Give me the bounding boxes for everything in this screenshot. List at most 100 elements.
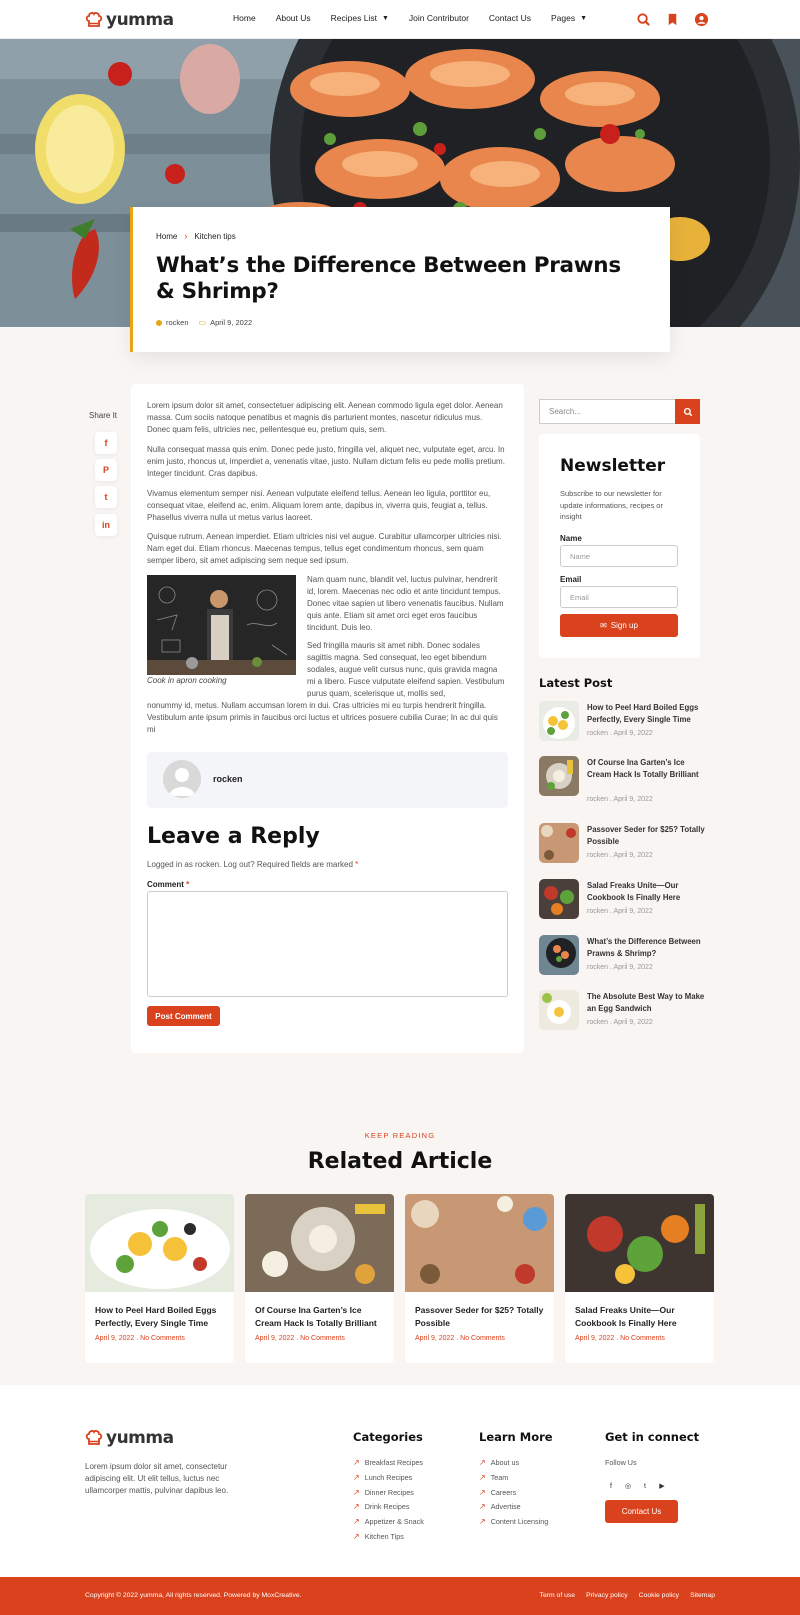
related-card-title[interactable]: Passover Seder for $25? Totally Possible (415, 1304, 550, 1329)
email-field[interactable]: Email (560, 586, 678, 608)
latest-post-thumbnail (539, 879, 579, 919)
latest-post-item[interactable]: Salad Freaks Unite—Our Cookbook Is Final… (539, 879, 709, 925)
youtube-icon[interactable]: ▶ (656, 1480, 668, 1492)
share-twitter-button[interactable]: t (95, 486, 117, 508)
footer-link[interactable]: ↗ Appetizer & Snack (353, 1517, 424, 1526)
latest-post-item[interactable]: What’s the Difference Between Prawns & S… (539, 935, 709, 981)
related-kicker: KEEP READING (364, 1131, 436, 1140)
arrow-up-right-icon: ↗ (353, 1488, 360, 1497)
bottom-link[interactable]: Term of use (540, 1592, 576, 1599)
related-card[interactable]: Passover Seder for $25? Totally Possible… (405, 1194, 554, 1363)
user-icon[interactable] (694, 12, 709, 27)
pinterest-icon: P (102, 465, 109, 475)
latest-post-item[interactable]: The Absolute Best Way to Make an Egg San… (539, 990, 709, 1036)
footer-link[interactable]: ↗ Team (479, 1473, 508, 1482)
site-footer: yumma Lorem ipsum dolor sit amet, consec… (0, 1385, 800, 1577)
footer-link[interactable]: ↗ Lunch Recipes (353, 1473, 412, 1482)
share-facebook-button[interactable]: f (95, 432, 117, 454)
related-card[interactable]: How to Peel Hard Boiled Eggs Perfectly, … (85, 1194, 234, 1363)
article-paragraph: Vivamus elementum semper nisi. Aenean vu… (147, 489, 491, 522)
latest-post-item[interactable]: Passover Seder for $25? Totally Possible… (539, 823, 709, 869)
latest-post-title-text[interactable]: Of Course Ina Garten’s Ice Cream Hack Is… (587, 757, 705, 780)
post-comment-button[interactable]: Post Comment (147, 1006, 220, 1026)
bottom-link[interactable]: Cookie policy (639, 1592, 679, 1599)
share-pinterest-button[interactable]: P (95, 459, 117, 481)
nav-pages[interactable]: Pages ▼ (551, 13, 587, 23)
related-card-title[interactable]: How to Peel Hard Boiled Eggs Perfectly, … (95, 1304, 230, 1329)
latest-post-thumbnail (539, 756, 579, 796)
related-card-image (85, 1194, 234, 1292)
latest-post-title-text[interactable]: Salad Freaks Unite—Our Cookbook Is Final… (587, 880, 705, 903)
twitter-icon[interactable]: t (639, 1480, 651, 1492)
latest-post-title-text[interactable]: How to Peel Hard Boiled Eggs Perfectly, … (587, 702, 705, 725)
avatar[interactable] (163, 760, 201, 798)
calendar-icon: ▭ (198, 318, 207, 327)
nav-contact[interactable]: Contact Us (489, 13, 531, 23)
site-logo[interactable]: yumma (85, 10, 174, 30)
post-header-card: Home › Kitchen tips What’s the Differenc… (130, 207, 670, 352)
instagram-icon[interactable]: ◎ (622, 1480, 634, 1492)
search-icon (683, 407, 692, 416)
footer-link[interactable]: ↗ Careers (479, 1488, 516, 1497)
facebook-icon[interactable]: f (605, 1480, 617, 1492)
bottom-link[interactable]: Sitemap (690, 1592, 715, 1599)
latest-post-title-text[interactable]: The Absolute Best Way to Make an Egg San… (587, 991, 705, 1014)
bottom-link[interactable]: Privacy policy (586, 1592, 628, 1599)
author-box: rocken (147, 752, 508, 808)
share-linkedin-button[interactable]: in (95, 514, 117, 536)
footer-link[interactable]: ↗ Advertise (479, 1502, 521, 1511)
arrow-up-right-icon: ↗ (479, 1517, 486, 1526)
footer-logo[interactable]: yumma (85, 1428, 174, 1448)
latest-post-item[interactable]: Of Course Ina Garten’s Ice Cream Hack Is… (539, 756, 709, 803)
copyright: Copyright © 2022 yumma, All rights reser… (85, 1592, 302, 1599)
nav-recipes-list[interactable]: Recipes List ▼ (331, 13, 389, 23)
post-author[interactable]: rocken (166, 318, 189, 327)
article-paragraph: nonummy id, metus. Nullam accumsan lorem… (147, 701, 498, 734)
footer-link[interactable]: ↗ Content Licensing (479, 1517, 548, 1526)
comment-textarea[interactable] (147, 891, 508, 997)
bottom-links: Term of use Privacy policy Cookie policy… (540, 1592, 715, 1599)
search-input[interactable]: Search... (539, 399, 675, 424)
related-card-title[interactable]: Salad Freaks Unite—Our Cookbook Is Final… (575, 1304, 710, 1329)
footer-link[interactable]: ↗ Dinner Recipes (353, 1488, 414, 1497)
arrow-up-right-icon: ↗ (479, 1473, 486, 1482)
nav-label: Join Contributor (408, 13, 469, 23)
post-meta: rocken ▭ April 9, 2022 (156, 318, 252, 327)
latest-post-title-text[interactable]: Passover Seder for $25? Totally Possible (587, 824, 705, 847)
contact-us-button[interactable]: Contact Us (605, 1500, 678, 1523)
footer-link-label: Lunch Recipes (364, 1473, 413, 1482)
chef-hat-icon (85, 1430, 103, 1445)
latest-post-title-text[interactable]: What’s the Difference Between Prawns & S… (587, 936, 705, 959)
connect-title: Get in connect (605, 1430, 700, 1444)
footer-link[interactable]: ↗ About us (479, 1458, 519, 1467)
related-card[interactable]: Of Course Ina Garten’s Ice Cream Hack Is… (245, 1194, 394, 1363)
name-field[interactable]: Name (560, 545, 678, 567)
author-name[interactable]: rocken (213, 774, 243, 784)
latest-post-meta: rocken . April 9, 2022 (587, 796, 653, 803)
breadcrumb-current[interactable]: Kitchen tips (194, 232, 235, 241)
related-card-title[interactable]: Of Course Ina Garten’s Ice Cream Hack Is… (255, 1304, 390, 1329)
chef-cooking-image (147, 575, 296, 675)
footer-link[interactable]: ↗ Kitchen Tips (353, 1532, 404, 1541)
latest-post-item[interactable]: How to Peel Hard Boiled Eggs Perfectly, … (539, 701, 709, 747)
sign-up-button[interactable]: ✉ Sign up (560, 614, 678, 637)
footer-about: Lorem ipsum dolor sit amet, consectetur … (85, 1462, 229, 1495)
nav-join-contributor[interactable]: Join Contributor (409, 13, 469, 23)
nav-home[interactable]: Home (233, 13, 256, 23)
footer-link[interactable]: ↗ Breakfast Recipes (353, 1458, 423, 1467)
related-card-meta: April 9, 2022 . No Comments (95, 1335, 185, 1342)
latest-post-thumbnail (539, 823, 579, 863)
bookmark-icon[interactable] (665, 12, 680, 27)
search-icon[interactable] (636, 12, 651, 27)
chevron-down-icon: ▼ (381, 14, 389, 22)
comment-label: Comment * (147, 880, 189, 889)
arrow-up-right-icon: ↗ (353, 1473, 360, 1482)
arrow-up-right-icon: ↗ (353, 1532, 360, 1541)
search-button[interactable] (675, 399, 700, 424)
author-dot-icon (156, 319, 162, 326)
latest-post-title: Latest Post (539, 676, 613, 690)
breadcrumb-home[interactable]: Home (156, 232, 177, 241)
footer-link[interactable]: ↗ Drink Recipes (353, 1502, 409, 1511)
related-card[interactable]: Salad Freaks Unite—Our Cookbook Is Final… (565, 1194, 714, 1363)
nav-about[interactable]: About Us (276, 13, 311, 23)
